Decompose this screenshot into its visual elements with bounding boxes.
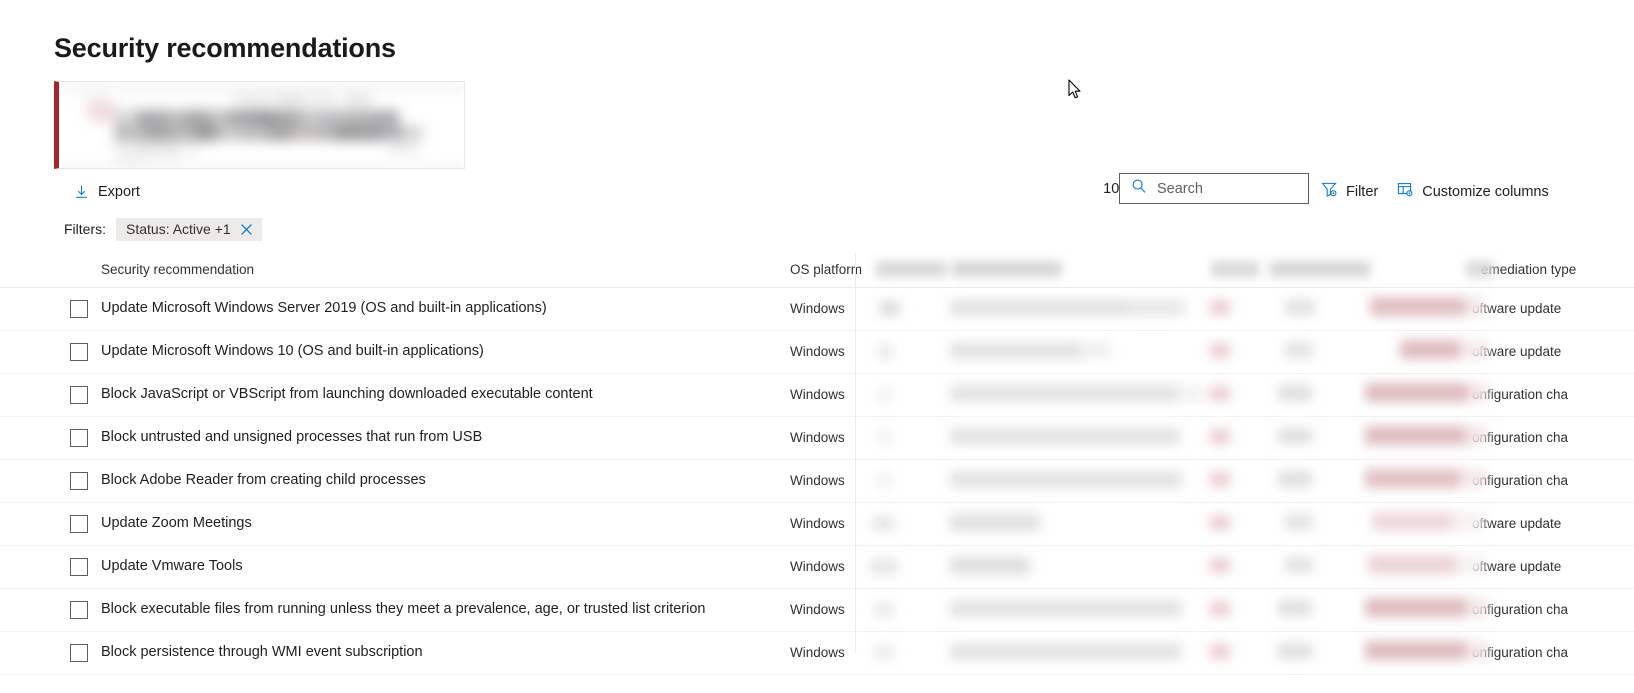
column-divider xyxy=(855,253,856,653)
mouse-cursor xyxy=(1068,79,1082,101)
row-os-platform: Windows xyxy=(790,301,845,316)
row-checkbox[interactable] xyxy=(70,472,88,490)
row-os-platform: Windows xyxy=(790,473,845,488)
row-checkbox[interactable] xyxy=(70,644,88,662)
download-icon xyxy=(74,184,89,200)
row-recommendation-link[interactable]: Update Zoom Meetings xyxy=(101,515,252,531)
customize-columns-label: Customize columns xyxy=(1422,184,1549,200)
row-remediation-type: onfiguration cha xyxy=(1472,602,1569,617)
row-os-platform: Windows xyxy=(790,430,845,445)
message-bar[interactable] xyxy=(54,81,465,169)
command-bar-right-group: Filter Customize columns xyxy=(1318,176,1552,208)
row-checkbox[interactable] xyxy=(70,386,88,404)
row-remediation-type: onfiguration cha xyxy=(1472,645,1569,660)
filters-row: Filters: Status: Active +1 xyxy=(64,217,262,241)
row-checkbox[interactable] xyxy=(70,601,88,619)
table-row[interactable]: Update Microsoft Windows 10 (OS and buil… xyxy=(0,331,1634,374)
table-row[interactable]: Block untrusted and unsigned processes t… xyxy=(0,417,1634,460)
row-remediation-type: oftware update xyxy=(1472,344,1562,359)
row-recommendation-link[interactable]: Update Vmware Tools xyxy=(101,558,243,574)
filter-chip-status[interactable]: Status: Active +1 xyxy=(116,217,262,241)
table-row[interactable]: Block JavaScript or VBScript from launch… xyxy=(0,374,1634,417)
row-os-platform: Windows xyxy=(790,602,845,617)
security-recommendations-page: Security recommendations Export 106 Sear… xyxy=(0,0,1634,693)
table-row[interactable]: Update Vmware Tools Windows oftware update xyxy=(0,546,1634,589)
table-row[interactable]: Block persistence through WMI event subs… xyxy=(0,632,1634,675)
row-remediation-type: onfiguration cha xyxy=(1472,387,1569,402)
filter-chip-label: Status: Active +1 xyxy=(126,221,231,237)
close-icon[interactable] xyxy=(240,223,253,236)
row-os-platform: Windows xyxy=(790,645,845,660)
filters-label: Filters: xyxy=(64,221,106,237)
column-header-recommendation[interactable]: Security recommendation xyxy=(101,262,254,277)
command-bar: Export 106 items Search xyxy=(0,173,1634,210)
search-icon xyxy=(1131,178,1147,199)
row-remediation-type: oftware update xyxy=(1472,516,1562,531)
row-remediation-type: onfiguration cha xyxy=(1472,430,1569,445)
row-recommendation-link[interactable]: Block untrusted and unsigned processes t… xyxy=(101,429,482,445)
row-checkbox[interactable] xyxy=(70,300,88,318)
export-button[interactable]: Export xyxy=(70,176,144,208)
row-os-platform: Windows xyxy=(790,516,845,531)
row-recommendation-link[interactable]: Block persistence through WMI event subs… xyxy=(101,644,423,660)
column-header-remediation-type[interactable]: emediation type xyxy=(1481,262,1576,277)
row-checkbox[interactable] xyxy=(70,558,88,576)
customize-columns-button[interactable]: Customize columns xyxy=(1394,176,1552,208)
row-remediation-type: onfiguration cha xyxy=(1472,473,1569,488)
filter-button[interactable]: Filter xyxy=(1318,176,1381,208)
row-os-platform: Windows xyxy=(790,387,845,402)
row-recommendation-link[interactable]: Update Microsoft Windows Server 2019 (OS… xyxy=(101,300,547,316)
row-recommendation-link[interactable]: Update Microsoft Windows 10 (OS and buil… xyxy=(101,343,484,359)
row-os-platform: Windows xyxy=(790,344,845,359)
row-remediation-type: oftware update xyxy=(1472,559,1562,574)
filter-button-label: Filter xyxy=(1346,184,1379,200)
table-row[interactable]: Block executable files from running unle… xyxy=(0,589,1634,632)
search-input[interactable]: Search xyxy=(1119,173,1309,204)
table-row[interactable]: Update Microsoft Windows Server 2019 (OS… xyxy=(0,288,1634,331)
page-title: Security recommendations xyxy=(54,33,396,63)
filter-gear-icon xyxy=(1321,181,1338,203)
column-header-os-platform[interactable]: OS platform xyxy=(790,262,862,277)
table-header-row: Security recommendation OS platform emed… xyxy=(0,253,1634,288)
row-checkbox[interactable] xyxy=(70,343,88,361)
message-bar-redacted-content xyxy=(59,82,464,168)
search-placeholder: Search xyxy=(1157,180,1203,197)
row-recommendation-link[interactable]: Block executable files from running unle… xyxy=(101,601,705,617)
recommendations-table: Security recommendation OS platform emed… xyxy=(0,253,1634,675)
export-button-label: Export xyxy=(98,184,140,200)
row-recommendation-link[interactable]: Block Adobe Reader from creating child p… xyxy=(101,472,426,488)
table-row[interactable]: Update Zoom Meetings Windows oftware updat… xyxy=(0,503,1634,546)
row-os-platform: Windows xyxy=(790,559,845,574)
table-gear-icon xyxy=(1397,181,1414,203)
row-remediation-type: oftware update xyxy=(1472,301,1562,316)
table-body: Update Microsoft Windows Server 2019 (OS… xyxy=(0,288,1634,675)
row-checkbox[interactable] xyxy=(70,429,88,447)
row-recommendation-link[interactable]: Block JavaScript or VBScript from launch… xyxy=(101,386,593,402)
table-row[interactable]: Block Adobe Reader from creating child p… xyxy=(0,460,1634,503)
row-checkbox[interactable] xyxy=(70,515,88,533)
